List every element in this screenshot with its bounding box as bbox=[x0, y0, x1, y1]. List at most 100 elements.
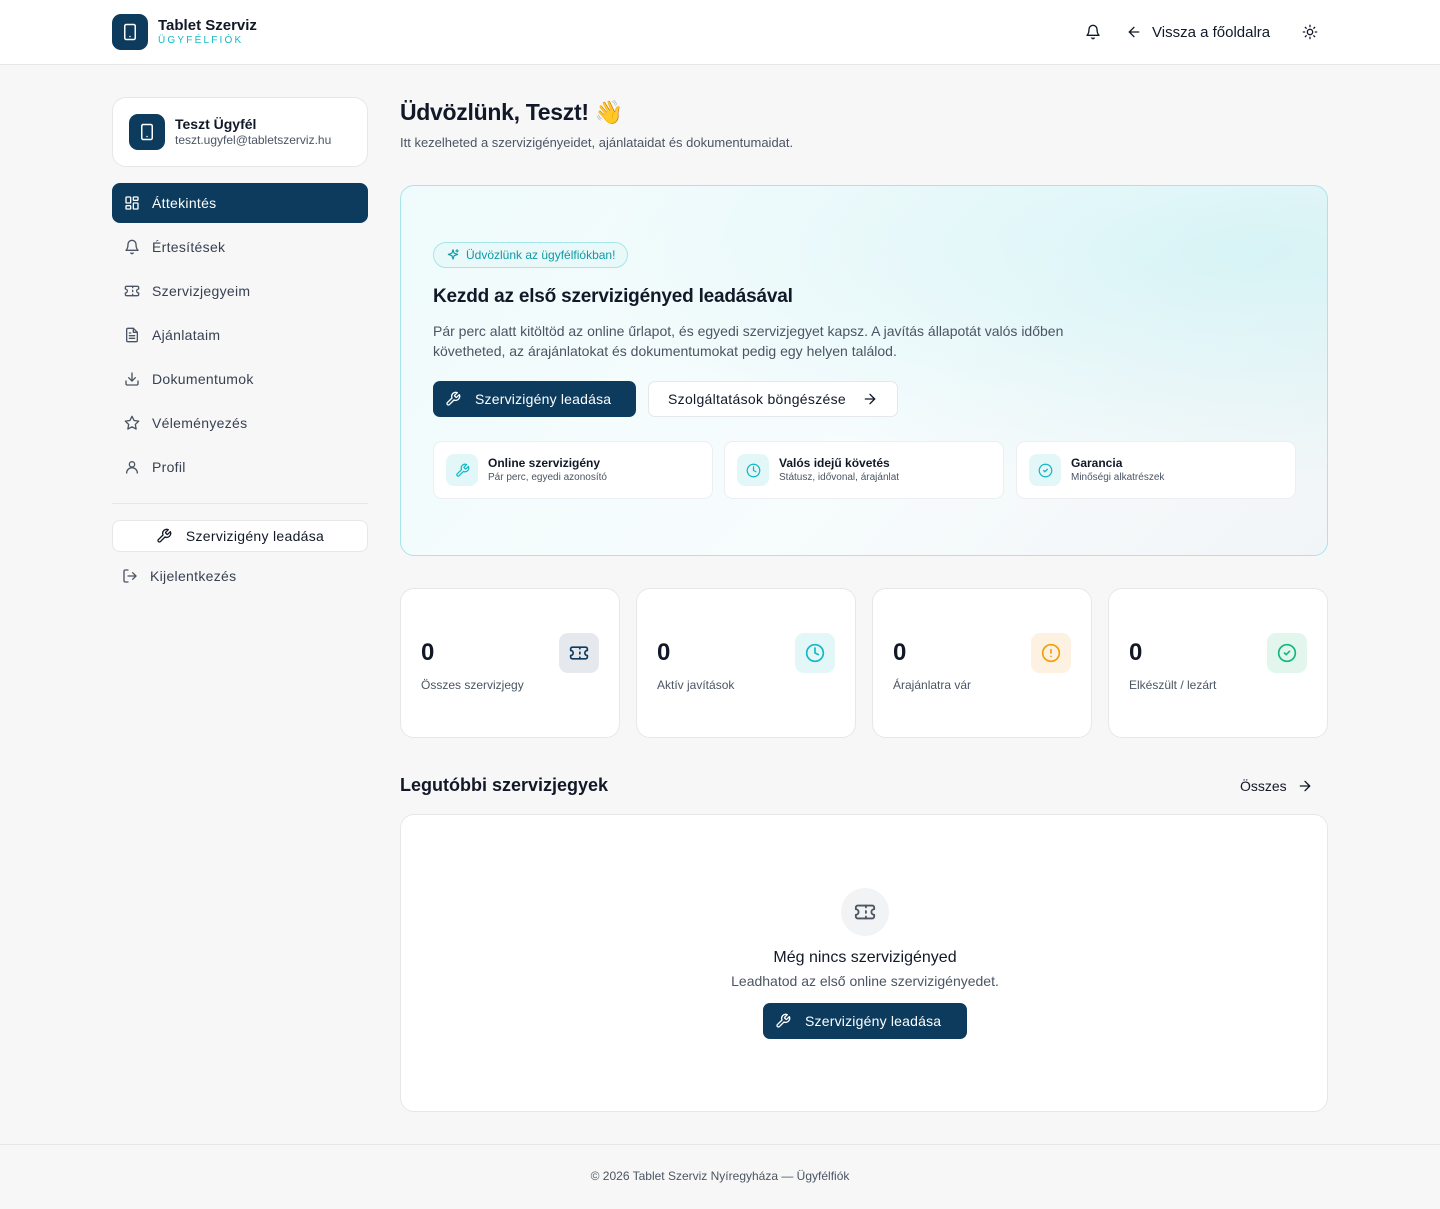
welcome-title-text: Üdvözlünk, Teszt! bbox=[400, 99, 589, 125]
logout-icon bbox=[122, 568, 138, 584]
user-name: Teszt Ügyfél bbox=[175, 116, 257, 132]
empty-state-subtitle: Leadhatod az első online szervizigényede… bbox=[731, 973, 999, 989]
ticket-icon bbox=[841, 888, 889, 936]
sidebar-item-label: Áttekintés bbox=[152, 195, 217, 211]
brand-subtitle: ÜGYFÉLFIÓK bbox=[158, 35, 244, 46]
sidebar-item-label: Profil bbox=[152, 459, 186, 475]
browse-services-button[interactable]: Szolgáltatások böngészése bbox=[648, 381, 898, 417]
stat-value: 0 bbox=[893, 639, 907, 666]
arrow-left-icon bbox=[1126, 24, 1142, 40]
sidebar-submit-request-label: Szervizigény leadása bbox=[185, 528, 325, 544]
stat-card-active-repairs: 0 Aktív javítások bbox=[636, 588, 856, 738]
sidebar-item-notifications[interactable]: Értesítések bbox=[112, 227, 368, 267]
sidebar-item-label: Ajánlataim bbox=[152, 327, 221, 343]
footer: © 2026 Tablet Szerviz Nyíregyháza — Ügyf… bbox=[0, 1144, 1440, 1209]
logout-button[interactable]: Kijelentkezés bbox=[112, 560, 368, 592]
view-all-tickets-link[interactable]: Összes bbox=[1240, 775, 1313, 797]
user-icon bbox=[124, 459, 140, 475]
logout-label: Kijelentkezés bbox=[150, 568, 237, 584]
stat-label: Aktív javítások bbox=[657, 678, 735, 692]
sidebar-nav: Áttekintés Értesítések Szervizjegyeim Aj… bbox=[112, 183, 368, 491]
alert-circle-icon bbox=[1031, 633, 1071, 673]
feature-subtitle: Pár perc, egyedi azonosító bbox=[488, 472, 607, 483]
browse-services-label: Szolgáltatások böngészése bbox=[668, 391, 846, 407]
brand[interactable]: Tablet Szerviz ÜGYFÉLFIÓK bbox=[112, 14, 257, 50]
sidebar-item-label: Véleményezés bbox=[152, 415, 248, 431]
stat-card-awaiting-quote: 0 Árajánlatra vár bbox=[872, 588, 1092, 738]
stat-card-completed: 0 Elkészült / lezárt bbox=[1108, 588, 1328, 738]
ticket-icon bbox=[559, 633, 599, 673]
wrench-icon bbox=[446, 454, 478, 486]
brand-name: Tablet Szerviz bbox=[158, 17, 257, 34]
feature-title: Garancia bbox=[1071, 456, 1123, 470]
stat-label: Árajánlatra vár bbox=[893, 678, 972, 692]
stat-label: Elkészült / lezárt bbox=[1129, 678, 1217, 692]
hero-title: Kezdd az első szervizigényed leadásával bbox=[433, 286, 793, 307]
check-circle-icon bbox=[1029, 454, 1061, 486]
recent-tickets-title: Legutóbbi szervizjegyek bbox=[400, 775, 609, 795]
empty-state-submit-request-label: Szervizigény leadása bbox=[805, 1013, 942, 1029]
sidebar-item-reviews[interactable]: Véleményezés bbox=[112, 403, 368, 443]
document-icon bbox=[124, 327, 140, 343]
clock-icon bbox=[737, 454, 769, 486]
tablet-icon bbox=[138, 123, 156, 141]
star-icon bbox=[124, 415, 140, 431]
tablet-icon bbox=[112, 14, 148, 50]
wrench-icon bbox=[445, 391, 461, 407]
sidebar-item-documents[interactable]: Dokumentumok bbox=[112, 359, 368, 399]
sidebar-item-offers[interactable]: Ajánlataim bbox=[112, 315, 368, 355]
wrench-icon bbox=[775, 1013, 791, 1029]
stat-value: 0 bbox=[1129, 639, 1143, 666]
empty-state-submit-request-button[interactable]: Szervizigény leadása bbox=[763, 1003, 967, 1039]
sun-icon bbox=[1302, 24, 1318, 40]
back-to-home-label: Vissza a főoldalra bbox=[1152, 23, 1271, 41]
stat-label: Összes szervizjegy bbox=[421, 678, 524, 692]
footer-copyright: © 2026 Tablet Szerviz Nyíregyháza — Ügyf… bbox=[590, 1169, 850, 1183]
sparkles-icon bbox=[446, 248, 460, 262]
stat-card-total-tickets: 0 Összes szervizjegy bbox=[400, 588, 620, 738]
recent-tickets-empty-state: Még nincs szervizigényed Leadhatod az el… bbox=[400, 814, 1328, 1112]
user-profile-card: Teszt Ügyfél teszt.ugyfel@tabletszerviz.… bbox=[112, 97, 368, 167]
sidebar-item-tickets[interactable]: Szervizjegyeim bbox=[112, 271, 368, 311]
feature-online-request: Online szervizigény Pár perc, egyedi azo… bbox=[433, 441, 713, 499]
user-email: teszt.ugyfel@tabletszerviz.hu bbox=[175, 133, 332, 147]
feature-title: Online szervizigény bbox=[488, 456, 601, 470]
welcome-badge: Üdvözlünk az ügyfélfiókban! bbox=[433, 242, 629, 268]
sidebar-item-label: Értesítések bbox=[152, 239, 226, 255]
empty-state-title: Még nincs szervizigényed bbox=[773, 949, 957, 966]
bell-icon bbox=[1085, 24, 1101, 40]
stat-value: 0 bbox=[421, 639, 435, 666]
sidebar-item-label: Szervizjegyeim bbox=[152, 283, 251, 299]
view-all-label: Összes bbox=[1240, 778, 1287, 794]
sidebar-item-profile[interactable]: Profil bbox=[112, 447, 368, 487]
sidebar-item-label: Dokumentumok bbox=[152, 371, 254, 387]
clock-icon bbox=[795, 633, 835, 673]
arrow-right-icon bbox=[1297, 778, 1313, 794]
top-bar: Tablet Szerviz ÜGYFÉLFIÓK Vissza a főold… bbox=[0, 0, 1440, 65]
submit-request-label: Szervizigény leadása bbox=[475, 391, 612, 407]
feature-realtime-tracking: Valós idejű követés Státusz, idővonal, á… bbox=[724, 441, 1004, 499]
page-subtitle: Itt kezelheted a szervizigényeidet, aján… bbox=[400, 135, 794, 150]
feature-warranty: Garancia Minőségi alkatrészek bbox=[1016, 441, 1296, 499]
sidebar-submit-request-button[interactable]: Szervizigény leadása bbox=[112, 520, 368, 552]
check-circle-icon bbox=[1267, 633, 1307, 673]
stat-value: 0 bbox=[657, 639, 671, 666]
welcome-badge-label: Üdvözlünk az ügyfélfiókban! bbox=[466, 248, 616, 262]
wrench-icon bbox=[156, 528, 172, 544]
feature-subtitle: Minőségi alkatrészek bbox=[1071, 472, 1165, 483]
bell-icon bbox=[124, 239, 140, 255]
feature-subtitle: Státusz, idővonal, árajánlat bbox=[779, 472, 900, 483]
sidebar-item-overview[interactable]: Áttekintés bbox=[112, 183, 368, 223]
grid-icon bbox=[124, 195, 140, 211]
waving-hand-emoji: 👋 bbox=[594, 99, 624, 125]
notifications-button[interactable] bbox=[1082, 21, 1104, 43]
ticket-icon bbox=[124, 283, 140, 299]
theme-toggle-button[interactable] bbox=[1299, 21, 1321, 43]
hero-description: Pár perc alatt kitöltöd az online űrlapo… bbox=[433, 323, 1064, 359]
sidebar-divider bbox=[112, 503, 368, 504]
welcome-hero-card: Üdvözlünk az ügyfélfiókban! Kezdd az els… bbox=[400, 185, 1328, 556]
page-title: Üdvözlünk, Teszt! 👋 bbox=[400, 97, 623, 127]
feature-title: Valós idejű követés bbox=[779, 456, 890, 470]
submit-request-button[interactable]: Szervizigény leadása bbox=[433, 381, 636, 417]
back-to-home-button[interactable]: Vissza a főoldalra bbox=[1126, 19, 1270, 45]
